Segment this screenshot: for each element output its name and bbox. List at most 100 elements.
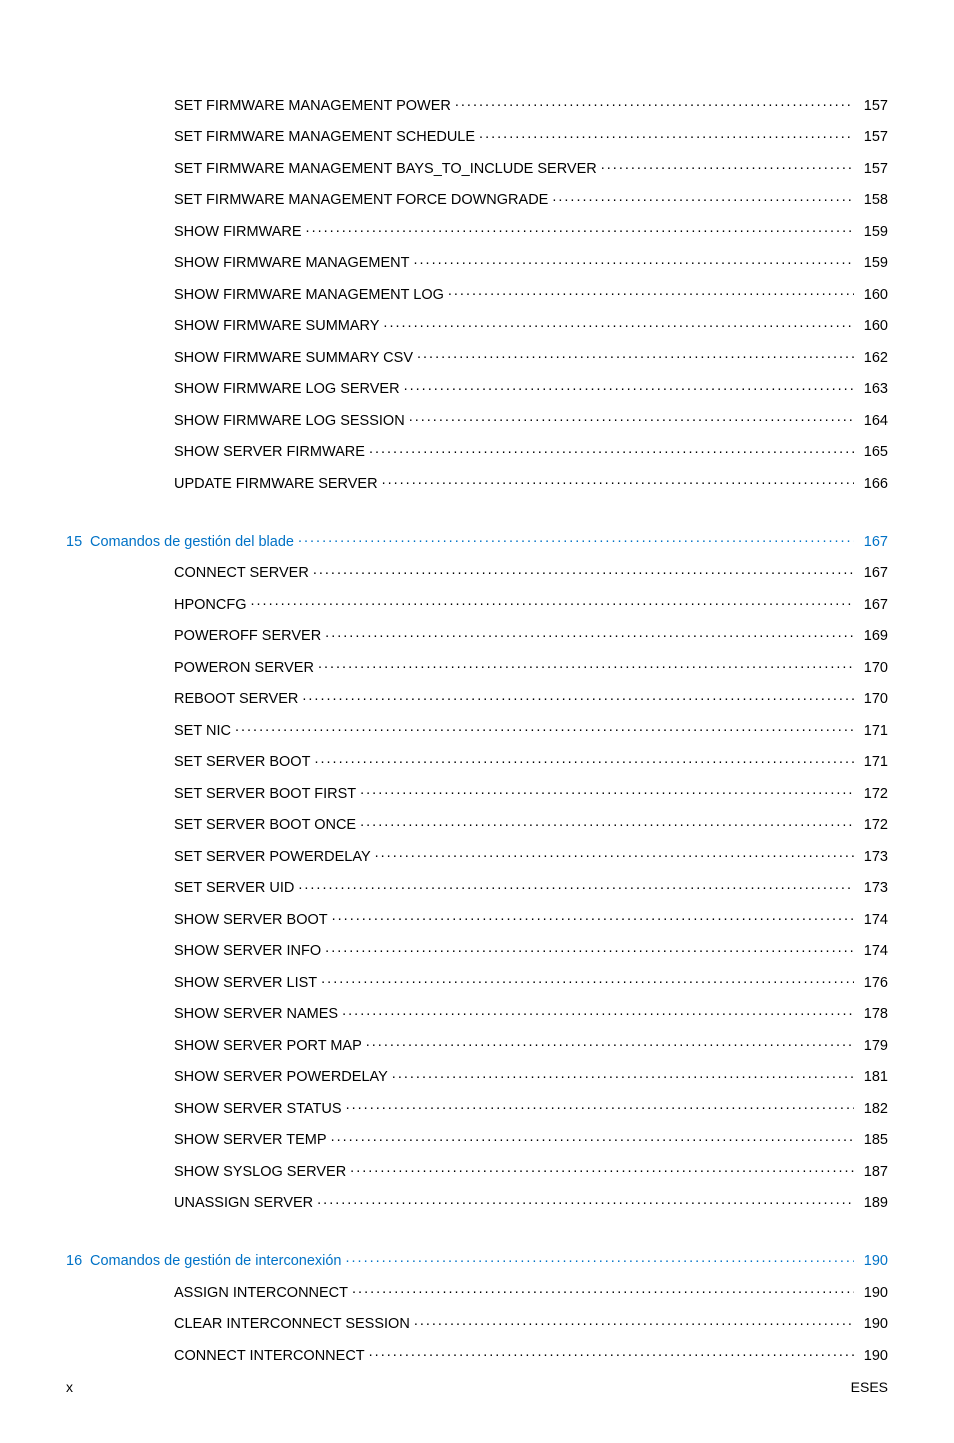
toc-label: SHOW FIRMWARE SUMMARY xyxy=(174,319,379,334)
toc-leader xyxy=(369,442,854,457)
toc-entry[interactable]: SHOW FIRMWARE 159 xyxy=(66,221,888,239)
toc-entry[interactable]: CLEAR INTERCONNECT SESSION 190 xyxy=(66,1314,888,1332)
toc-leader xyxy=(235,720,854,735)
toc-entry[interactable]: SET SERVER BOOT ONCE 172 xyxy=(66,815,888,833)
toc-entry[interactable]: SHOW SERVER POWERDELAY 181 xyxy=(66,1067,888,1085)
toc-entry[interactable]: CONNECT INTERCONNECT 190 xyxy=(66,1345,888,1363)
toc-entry[interactable]: SET SERVER BOOT FIRST 172 xyxy=(66,783,888,801)
toc-page: 178 xyxy=(858,1007,888,1022)
toc-page: 185 xyxy=(858,1133,888,1148)
toc-label: SET SERVER POWERDELAY xyxy=(174,850,371,865)
toc-label: SHOW FIRMWARE MANAGEMENT LOG xyxy=(174,288,444,303)
toc-page: 160 xyxy=(858,319,888,334)
toc-page: 166 xyxy=(858,477,888,492)
toc-entry[interactable]: UNASSIGN SERVER 189 xyxy=(66,1193,888,1211)
toc-entry[interactable]: SHOW FIRMWARE SUMMARY CSV 162 xyxy=(66,347,888,365)
toc-leader xyxy=(332,909,854,924)
toc-entry[interactable]: SHOW FIRMWARE MANAGEMENT 159 xyxy=(66,253,888,271)
toc-leader xyxy=(479,127,854,142)
toc-chapter-heading[interactable]: 16 Comandos de gestión de interconexión … xyxy=(66,1251,888,1269)
toc-page: 173 xyxy=(858,881,888,896)
toc-leader xyxy=(331,1130,854,1145)
toc-page: 158 xyxy=(858,193,888,208)
toc-entry[interactable]: SET SERVER BOOT 171 xyxy=(66,752,888,770)
toc-entry[interactable]: SHOW SERVER LIST 176 xyxy=(66,972,888,990)
toc-page: 179 xyxy=(858,1039,888,1054)
toc-page: 167 xyxy=(858,566,888,581)
toc-entry[interactable]: SET FIRMWARE MANAGEMENT BAYS_TO_INCLUDE … xyxy=(66,158,888,176)
toc-entry[interactable]: SET NIC 171 xyxy=(66,720,888,738)
toc-entry[interactable]: SET FIRMWARE MANAGEMENT FORCE DOWNGRADE … xyxy=(66,190,888,208)
toc-leader xyxy=(298,878,853,893)
toc-chapter-heading[interactable]: 15 Comandos de gestión del blade 167 xyxy=(66,531,888,549)
toc-label: SHOW FIRMWARE xyxy=(174,225,302,240)
toc-page: 169 xyxy=(858,629,888,644)
toc-page: 170 xyxy=(858,692,888,707)
toc-page: 159 xyxy=(858,256,888,271)
toc-label: UNASSIGN SERVER xyxy=(174,1196,313,1211)
toc-label: SHOW SERVER STATUS xyxy=(174,1102,342,1117)
toc-block-continued: SET FIRMWARE MANAGEMENT POWER 157 SET FI… xyxy=(66,95,888,491)
toc-label: CLEAR INTERCONNECT SESSION xyxy=(174,1317,410,1332)
toc-page: 172 xyxy=(858,818,888,833)
toc-label: SHOW SERVER LIST xyxy=(174,976,317,991)
toc-entry[interactable]: POWERON SERVER 170 xyxy=(66,657,888,675)
toc-label: ASSIGN INTERCONNECT xyxy=(174,1286,348,1301)
toc-page: 182 xyxy=(858,1102,888,1117)
toc-page: 167 xyxy=(858,598,888,613)
toc-label: SET SERVER BOOT FIRST xyxy=(174,787,356,802)
toc-entry[interactable]: SET SERVER POWERDELAY 173 xyxy=(66,846,888,864)
toc-page: 162 xyxy=(858,351,888,366)
toc-entry[interactable]: SHOW SERVER TEMP 185 xyxy=(66,1130,888,1148)
toc-chapter-title: Comandos de gestión del blade xyxy=(90,535,294,550)
toc-label: SET SERVER UID xyxy=(174,881,294,896)
toc-label: SHOW FIRMWARE LOG SESSION xyxy=(174,414,405,429)
toc-label: POWERON SERVER xyxy=(174,661,314,676)
toc-page: 173 xyxy=(858,850,888,865)
toc-entry[interactable]: SHOW FIRMWARE SUMMARY 160 xyxy=(66,316,888,334)
toc-entry[interactable]: SHOW FIRMWARE LOG SERVER 163 xyxy=(66,379,888,397)
toc-leader xyxy=(325,941,854,956)
toc-leader xyxy=(314,752,853,767)
toc-entry[interactable]: SET FIRMWARE MANAGEMENT SCHEDULE 157 xyxy=(66,127,888,145)
toc-label: SET FIRMWARE MANAGEMENT SCHEDULE xyxy=(174,130,475,145)
toc-entry[interactable]: SHOW FIRMWARE LOG SESSION 164 xyxy=(66,410,888,428)
toc-entry[interactable]: ASSIGN INTERCONNECT 190 xyxy=(66,1282,888,1300)
toc-label: SHOW SERVER FIRMWARE xyxy=(174,445,365,460)
toc-entry[interactable]: SHOW SERVER BOOT 174 xyxy=(66,909,888,927)
toc-label: SHOW SERVER NAMES xyxy=(174,1007,338,1022)
toc-leader xyxy=(601,158,854,173)
toc-page: 160 xyxy=(858,288,888,303)
toc-leader xyxy=(375,846,854,861)
toc-label: SHOW FIRMWARE LOG SERVER xyxy=(174,382,400,397)
toc-label: SHOW FIRMWARE SUMMARY CSV xyxy=(174,351,413,366)
document-page: SET FIRMWARE MANAGEMENT POWER 157 SET FI… xyxy=(0,0,954,1443)
toc-entry[interactable]: POWEROFF SERVER 169 xyxy=(66,626,888,644)
toc-page: 157 xyxy=(858,99,888,114)
toc-entry[interactable]: SHOW SYSLOG SERVER 187 xyxy=(66,1161,888,1179)
toc-leader xyxy=(417,347,854,362)
toc-entry[interactable]: SET SERVER UID 173 xyxy=(66,878,888,896)
toc-leader xyxy=(318,657,854,672)
toc-label: SHOW SERVER TEMP xyxy=(174,1133,327,1148)
toc-entry[interactable]: SET FIRMWARE MANAGEMENT POWER 157 xyxy=(66,95,888,113)
toc-entry[interactable]: SHOW SERVER NAMES 178 xyxy=(66,1004,888,1022)
toc-entry[interactable]: CONNECT SERVER 167 xyxy=(66,563,888,581)
toc-page: 187 xyxy=(858,1165,888,1180)
toc-entry[interactable]: REBOOT SERVER 170 xyxy=(66,689,888,707)
toc-entry[interactable]: SHOW SERVER FIRMWARE 165 xyxy=(66,442,888,460)
toc-leader xyxy=(369,1345,854,1360)
toc-entry[interactable]: SHOW FIRMWARE MANAGEMENT LOG 160 xyxy=(66,284,888,302)
toc-page: 190 xyxy=(858,1349,888,1364)
toc-leader xyxy=(317,1193,854,1208)
toc-entry[interactable]: SHOW SERVER PORT MAP 179 xyxy=(66,1035,888,1053)
toc-leader xyxy=(382,473,854,488)
toc-entry[interactable]: SHOW SERVER INFO 174 xyxy=(66,941,888,959)
toc-entry[interactable]: HPONCFG 167 xyxy=(66,594,888,612)
toc-page: 181 xyxy=(858,1070,888,1085)
toc-page: 170 xyxy=(858,661,888,676)
toc-entry[interactable]: UPDATE FIRMWARE SERVER 166 xyxy=(66,473,888,491)
toc-page: 190 xyxy=(858,1254,888,1269)
toc-entry[interactable]: SHOW SERVER STATUS 182 xyxy=(66,1098,888,1116)
toc-page: 174 xyxy=(858,913,888,928)
